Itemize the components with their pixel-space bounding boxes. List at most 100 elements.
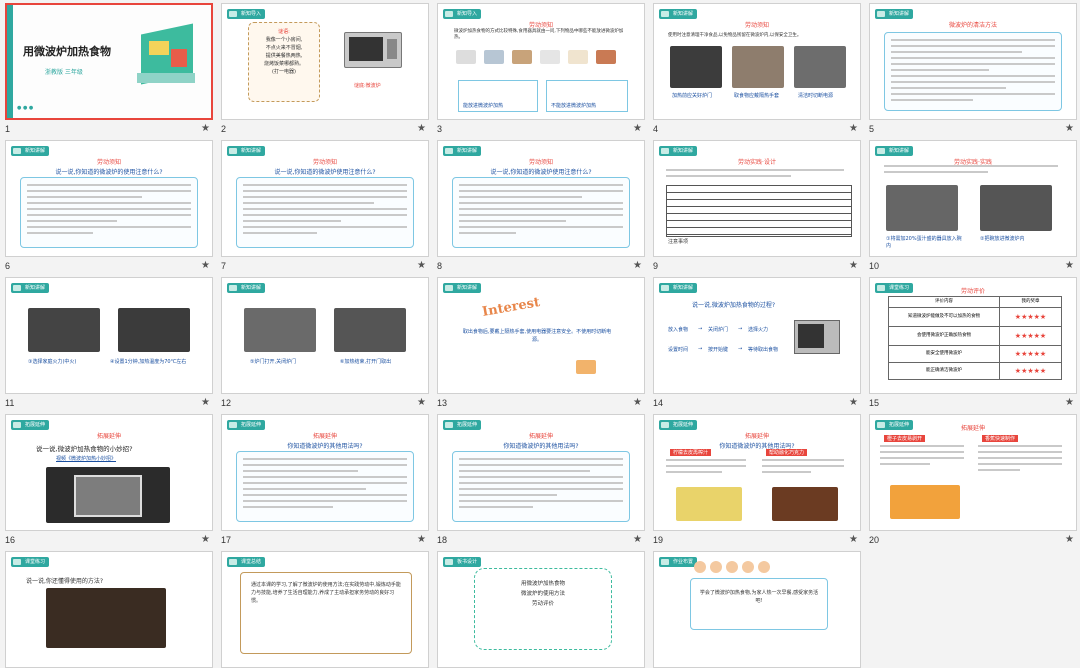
table-note: 注意事项 [668,239,689,245]
star-icon[interactable]: ★ [849,534,858,545]
text-box [452,451,630,522]
star-icon[interactable]: ★ [1065,260,1074,271]
section-tag: 新知讲解 [227,283,266,293]
flow-step: 等待取出食物 [748,347,779,353]
star-icon[interactable]: ★ [417,534,426,545]
board-line: 微波炉的使用方法 [520,591,565,597]
gift-icon [576,360,596,374]
slide-heading: 拓展延伸 [960,425,985,432]
slide-thumb-3[interactable]: 新知导入 劳动须知 微波炉加热食物的方式比较特殊,食用器具就由一问,下列物品中哪… [437,3,647,140]
flow-step: 设置时间 [668,347,689,353]
slide-thumb-7[interactable]: 新知讲解 劳动须知 说一说,你知道的微波炉使用注意什么? 7 ★ [221,140,431,277]
slide-thumb-6[interactable]: 新知讲解 劳动须知 说一说,你知道的微波炉的使用注意什么? 6 ★ [5,140,215,277]
col-header: 我的奖章 [1021,299,1040,304]
tip-title: 柠檬去皮再榨汁 [670,449,712,456]
slide-heading: 劳动须知 [528,159,553,166]
slide-heading: 微波炉的清洁方法 [948,22,997,29]
question: 说一说,你还懂得使用的方法? [26,578,104,585]
section-tag: 新知导入 [227,9,266,19]
slide-thumb-20[interactable]: 拓展延伸 拓展延伸 橙子去皮易剥开 香蕉快速制作 20 ★ [869,414,1079,551]
riddle-line: 谜语: [278,29,290,35]
slide-heading: 拓展延伸 [312,433,337,440]
slide-number: 12 [221,398,232,408]
table-row: 知道微波炉能做及不可以加热的食物 ★★★★★ [889,308,1061,327]
section-tag: 新知讲解 [443,146,482,156]
question: 说一说,你知道的微波炉使用注意什么? [274,169,376,176]
slide-thumb-9[interactable]: 新知讲解 劳动实践·设计 注意事项 9 ★ [653,140,863,277]
star-icon[interactable]: ★ [417,397,426,408]
video-thumbnail[interactable] [46,467,170,523]
tip-title: 香蕉快速制作 [982,435,1019,442]
slide-thumb-2[interactable]: 新知导入 谜语: 我像一个小房间, 不点火来不冒烟, 提供美餐热两热, 烧烤饭菜… [221,3,431,140]
slide-number: 3 [437,124,443,134]
star-icon[interactable]: ★ [417,123,426,134]
microwave-image [344,32,402,68]
microwave-image [794,320,840,354]
can-label: 能放进微波炉加热 [463,103,504,109]
caption: ②把碗放进微波炉内 [980,236,1025,242]
text-box [20,177,198,248]
slide-thumb-8[interactable]: 新知讲解 劳动须知 说一说,你知道的微波炉使用注意什么? 8 ★ [437,140,647,277]
text-box [884,32,1062,111]
tip-title: 帮助融化巧克力 [766,449,808,456]
star-icon[interactable]: ★ [633,397,642,408]
star-icon[interactable]: ★ [633,534,642,545]
slide-number: 1 [5,124,11,134]
star-icon[interactable]: ★ [849,397,858,408]
tip-column: 香蕉快速制作 [978,435,1068,523]
slide-number: 9 [653,261,659,271]
slide-thumb-13[interactable]: 新知讲解 Interest 取出食物后,要戴上隔热手套,使用电器要注意安全。不使… [437,277,647,414]
slide-thumb-15[interactable]: 课堂练习 劳动评价 评价内容 我的奖章 知道微波炉能做及不可以加热的食物 ★★★… [869,277,1079,414]
star-icon[interactable]: ★ [417,260,426,271]
slide-thumb-17[interactable]: 拓展延伸 拓展延伸 你知道微波炉的其他用法吗? 17 ★ [221,414,431,551]
photo [670,46,722,88]
star-icon[interactable]: ★ [849,123,858,134]
slide-thumb-19[interactable]: 拓展延伸 拓展延伸 你知道微波炉的其他用法吗? 柠檬去皮再榨汁 帮助融化巧克力 … [653,414,863,551]
slide-thumb-21[interactable]: 课堂练习 说一说,你还懂得使用的方法? [5,551,215,668]
slide-thumb-10[interactable]: 新知讲解 劳动实践·实践 ①将需加20%蛋汁盛的器具放入碗内 ②把碗放进微波炉内… [869,140,1079,277]
slide-thumb-14[interactable]: 新知讲解 说一说,微波炉加热食物的过程? 放入食物 → 关闭炉门 → 选择火力 … [653,277,863,414]
slide-thumb-22[interactable]: 课堂总结 通过本课的学习,了解了微波炉的使用方法;在实践劳动中,锻炼动手能力与技… [221,551,431,668]
star-icon[interactable]: ★ [1065,123,1074,134]
slide-number: 11 [5,398,15,408]
slide-number: 2 [221,124,227,134]
can-box: 能放进微波炉加热 [458,80,538,112]
summary-text: 通过本课的学习,了解了微波炉的使用方法;在实践劳动中,锻炼动手能力与技能,培养了… [251,582,401,604]
question: 说一说,你知道的微波炉的使用注意什么? [55,169,163,176]
video-link[interactable]: 视频《微波炉加热小妙招》 [56,455,116,462]
star-icon[interactable]: ★ [201,260,210,271]
star-icon[interactable]: ★ [201,534,210,545]
star-icon[interactable]: ★ [201,123,210,134]
slide-thumb-18[interactable]: 拓展延伸 拓展延伸 你知道微波炉的其他用法吗? 18 ★ [437,414,647,551]
flow-step: 选择火力 [748,327,769,333]
section-tag: 拓展延伸 [443,420,482,430]
star-icon[interactable]: ★ [201,397,210,408]
star-icon[interactable]: ★ [1065,397,1074,408]
table-row: 能安全使用微波炉 ★★★★★ [889,346,1061,363]
star-icon[interactable]: ★ [849,260,858,271]
slide-number: 18 [437,535,448,545]
slide-thumb-11[interactable]: 新知讲解 ③选择家庭火力(中火) ④设置1分钟,加热温度为70℃左右 11 ★ [5,277,215,414]
slide-number: 13 [437,398,448,408]
orange-photo [890,485,960,519]
caption: 取食物应戴隔热手套 [734,93,780,99]
slide-thumb-5[interactable]: 新知讲解 微波炉的清洁方法 5 ★ [869,3,1079,140]
section-tag: 拓展延伸 [659,420,698,430]
slide-thumb-4[interactable]: 新知讲解 劳动须知 使用时注意清理干净食品,以免物品残留在微波炉内,以保安全卫生… [653,3,863,140]
tip-title: 橙子去皮易剥开 [884,435,926,442]
slide-thumb-12[interactable]: 新知讲解 ⑤炉门打开,关闭炉门 ⑥加热结束,打开门取出 12 ★ [221,277,431,414]
star-icon[interactable]: ★ [1065,534,1074,545]
slide-number: 15 [869,398,880,408]
slide-thumb-23[interactable]: 板书设计 用微波炉加热食物 微波炉的使用方法 劳动评价 [437,551,647,668]
riddle-answer: 谜底:微波炉 [354,83,381,89]
kids-illustration [694,558,824,574]
board-line: 用微波炉加热食物 [520,581,565,587]
section-tag: 课堂练习 [11,557,50,567]
slide-thumb-24[interactable]: 作业布置 学会了微波炉加热食物,为家人热一次早餐,感受家务活吧! [653,551,863,668]
star-icon[interactable]: ★ [633,123,642,134]
slide-thumb-1[interactable]: 用微波炉加热食物 浙教版 三年级 ● ● ● 1 ★ [5,3,215,140]
slide-thumb-16[interactable]: 拓展延伸 拓展延伸 说一说,微波炉加热食物的小妙招? 视频《微波炉加热小妙招》 … [5,414,215,551]
star-icon[interactable]: ★ [633,260,642,271]
section-tag: 课堂总结 [227,557,266,567]
intro-text: 微波炉加热食物的方式比较特殊,食用器具就由一问,下列物品中哪些不能放进微波炉加热… [454,29,624,40]
